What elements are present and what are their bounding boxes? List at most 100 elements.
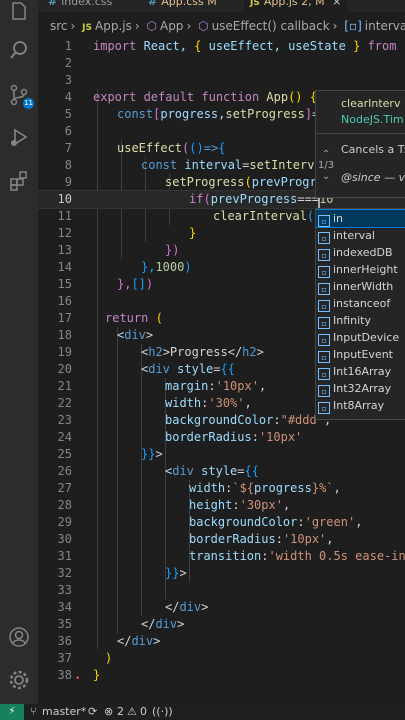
error-icon: ⊗ [104,705,114,718]
code-line[interactable]: 3 [38,72,405,89]
code-token: 1000 [155,260,185,274]
code-token: margin [165,379,209,393]
branch-name[interactable]: master* [42,704,86,720]
code-token: } [93,668,101,682]
code-line[interactable]: 2 [38,55,405,72]
suggestion-label: interval [333,229,375,242]
code-line[interactable]: 33 [38,582,405,599]
code-token: </ [227,345,243,359]
code-token: }} [141,447,156,461]
suggestion-item[interactable]: ▫ Int8Array [316,397,405,414]
code-text: import React, { useEffect, useState } fr… [93,38,405,55]
breadcrumb-callback[interactable]: useEffect() callback [212,19,330,33]
code-line[interactable]: 35 </div> [38,616,405,633]
extensions-icon[interactable] [8,170,30,192]
code-token: div [155,617,178,631]
code-line[interactable]: 29 backgroundColor:'green', [38,514,405,531]
tab-app-js[interactable]: JS App.js 2, M × [244,0,348,12]
code-line[interactable]: 24 borderRadius:'10px' [38,429,405,446]
code-line[interactable]: 28 height:'30px', [38,497,405,514]
run-debug-icon[interactable] [8,126,30,148]
editor-tabs: # index.css # App.css M JS App.js 2, M × [38,0,405,12]
tab-app-css[interactable]: # App.css M [148,0,217,12]
code-token: `${ [232,481,255,495]
breadcrumb-app[interactable]: App [160,19,183,33]
suggestion-item[interactable]: ▫ Int32Array [316,380,405,397]
line-number: 36 [57,634,72,648]
tab-index-css[interactable]: # index.css [48,0,112,12]
suggestion-item[interactable]: ▫ in [316,209,405,228]
breadcrumb-file[interactable]: App.js [95,19,132,33]
suggestion-item[interactable]: ▫ innerHeight [316,261,405,278]
js-file-icon: JS [82,23,93,33]
settings-gear-icon[interactable] [8,669,30,691]
files-icon[interactable] [8,0,30,22]
code-token: const [117,107,154,121]
warning-icon: ⚠ [127,705,137,718]
line-number: 21 [57,379,72,393]
suggestion-item[interactable]: ▫ Infinity [316,312,405,329]
code-token: </ [165,600,180,614]
code-line[interactable]: 26 <div style={{ [38,463,405,480]
code-token: > [162,345,170,359]
suggestion-item[interactable]: ▫ InputDevice [316,329,405,346]
code-token: backgroundColor [189,515,298,529]
variable-icon: ▫ [318,385,330,397]
suggestion-widget[interactable]: ▫ in ▫ interval ▫ indexedDB ▫ innerHeight ▫ inner… [315,208,405,420]
close-icon[interactable]: × [332,0,341,8]
remote-indicator-icon[interactable]: ⚡ [0,704,24,720]
code-token: , [355,515,363,529]
chevron-right-icon: › [70,19,76,33]
code-token: '30%' [208,396,245,410]
code-line[interactable]: 38} • [38,667,405,684]
line-number: 24 [57,430,72,444]
code-token: if [189,192,204,206]
code-token: '10px' [282,532,327,546]
divider [316,133,405,134]
css-file-icon: # [48,0,58,8]
chevron-up-icon[interactable]: ⌃ [318,149,334,160]
line-number: 16 [57,294,72,308]
code-token: , [333,481,341,495]
code-token: div [172,464,202,478]
code-line[interactable]: 32}}> [38,565,405,582]
code-line[interactable]: 34 </div> [38,599,405,616]
code-line[interactable]: 25}}> [38,446,405,463]
code-line[interactable]: 30 borderRadius:'10px', [38,531,405,548]
code-line[interactable]: 37) [38,650,405,667]
suggestion-item[interactable]: ▫ innerWidth [316,278,405,295]
source-control-icon[interactable]: 11 [8,84,34,109]
line-number: 11 [57,209,72,223]
code-token: const [141,158,185,172]
parameter-hints-popup: clearInterv NodeJS.Tim Cancels a T: ⌃ 1/3… [315,90,405,198]
code-token: {{ [220,362,235,376]
code-token: ) [184,260,192,274]
line-number: 1 [64,39,72,53]
breadcrumb-interval[interactable]: interval [365,19,405,33]
suggestion-item[interactable]: ▫ interval [316,227,405,244]
code-token: clearInterval [213,209,307,223]
overload-count: 1/3 [318,160,335,171]
chevron-down-icon[interactable]: ⌄ [318,171,334,182]
account-icon[interactable] [8,626,30,648]
suggestion-item[interactable]: ▫ instanceof [316,295,405,312]
suggestion-item[interactable]: ▫ InputEvent [316,346,405,363]
suggestion-item[interactable]: ▫ indexedDB [316,244,405,261]
warning-count[interactable]: 0 [140,704,147,720]
broadcast-icon[interactable]: ((·)) [152,704,173,720]
code-token: Progress [169,345,228,359]
code-line[interactable]: 1 import React, { useEffect, useState } f… [38,38,405,55]
code-text: export default function App() { [93,89,317,106]
search-icon[interactable] [8,39,30,61]
sync-icon[interactable]: ⟳ [88,704,97,720]
code-line[interactable]: 27 width:`${progress}%`, [38,480,405,497]
error-count[interactable]: 2 [117,704,124,720]
code-token: div [179,600,202,614]
code-line[interactable]: 31 transition:'width 0.5s ease-in-out' [38,548,405,565]
code-line[interactable]: 36 </div> [38,633,405,650]
line-number: 8 [64,158,72,172]
suggestion-item[interactable]: ▫ Int16Array [316,363,405,380]
breadcrumb-src[interactable]: src [50,19,68,33]
code-token: ) [105,651,113,665]
code-token: : [273,413,281,427]
